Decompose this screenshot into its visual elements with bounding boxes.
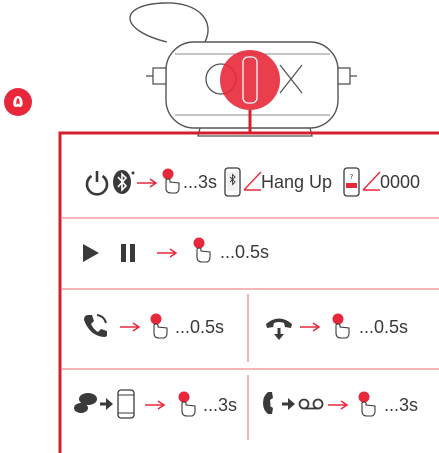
bluetooth-icon — [113, 170, 135, 194]
play-pause-duration-label: ...0.5s — [220, 242, 270, 262]
phone-pin-icon: ? — [343, 167, 360, 197]
play-icon — [83, 244, 99, 262]
finger-press-icon — [193, 237, 211, 263]
arrow-right-icon — [157, 248, 178, 258]
phone-icon — [117, 389, 135, 419]
arrow-right-icon — [145, 400, 166, 410]
arrow-right-icon — [137, 178, 158, 188]
speaker-illustration — [58, 2, 439, 453]
hangup-label: Hang Up — [261, 172, 333, 192]
power-duration-label: ...3s — [183, 172, 218, 192]
hangup-down-icon — [266, 318, 292, 340]
finger-press-icon — [358, 391, 376, 417]
answer-call-duration-label: ...0.5s — [175, 317, 225, 337]
pause-icon — [121, 244, 135, 262]
voicemail-duration-label: ...3s — [384, 395, 419, 415]
svg-text:?: ? — [350, 173, 354, 181]
finger-press-icon — [150, 313, 168, 339]
arrow-right-icon — [300, 322, 321, 332]
phone-hangup-icon — [243, 171, 262, 191]
end-call-duration-label: ...0.5s — [359, 317, 409, 337]
arrow-right-icon — [120, 322, 141, 332]
arrow-right-icon — [328, 400, 349, 410]
phone-ring-icon — [263, 392, 273, 414]
finger-press-icon — [332, 313, 350, 339]
transfer-call-duration-label: ...3s — [203, 395, 238, 415]
arrow-right-icon — [282, 398, 295, 410]
finger-press-icon — [178, 391, 196, 417]
voicemail-icon — [298, 398, 324, 410]
arrow-right-icon — [100, 398, 113, 410]
pin-indicator-icon — [362, 171, 381, 191]
speaker-strap — [129, 2, 209, 43]
phone-bluetooth-icon — [224, 167, 241, 197]
phone-ring-icon — [84, 314, 107, 337]
speaker-side-button-right — [337, 67, 351, 85]
power-icon — [85, 171, 109, 196]
multifunction-button-highlight — [220, 50, 280, 110]
speaker-side-button-left — [152, 67, 167, 85]
headset-icon — [74, 393, 97, 413]
step-number-badge: ۵ — [4, 88, 32, 116]
pin-code-label: 0000 — [380, 172, 421, 192]
finger-press-icon — [162, 168, 180, 194]
